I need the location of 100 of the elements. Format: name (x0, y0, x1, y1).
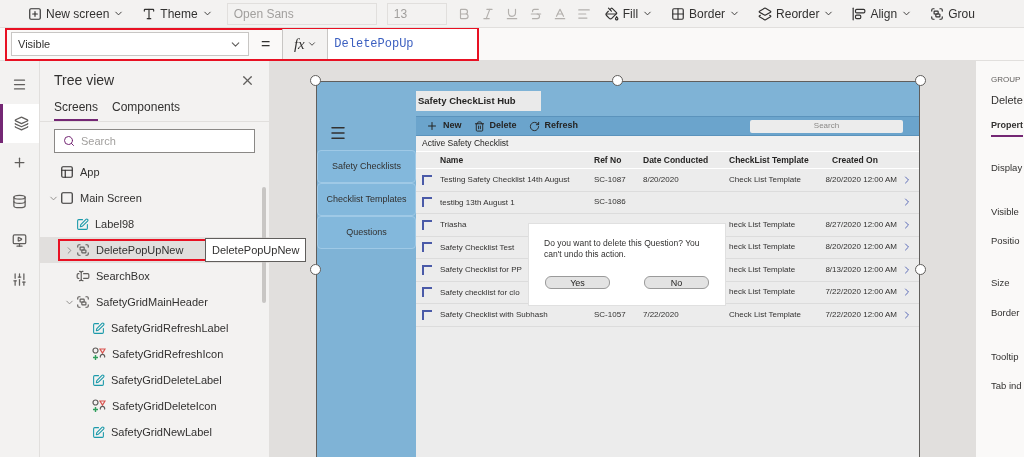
text-style-icon (142, 6, 157, 21)
edit-icon (92, 321, 105, 335)
edit-icon (92, 425, 105, 439)
rectangle-icon (60, 191, 74, 205)
tree-item[interactable]: Label98 (40, 211, 269, 237)
checkbox[interactable] (422, 287, 432, 298)
table-cell: 7/22/2020 12:00 AM (825, 287, 897, 297)
table-cell: 8/20/2020 12:00 AM (825, 242, 897, 252)
column-header: Name (439, 153, 465, 167)
table-row[interactable]: testibg 13th August 1 SC-1086 (416, 191, 919, 214)
dialog-button[interactable]: No (644, 276, 709, 289)
panel-title: Tree view (54, 70, 116, 90)
table-cell: SC-1087 (594, 174, 626, 184)
formula-field[interactable]: DeletePopUp (328, 29, 477, 59)
table-cell: 8/27/2020 12:00 AM (825, 219, 897, 229)
tree-item[interactable]: SafetyGridRefreshIcon (40, 341, 269, 367)
tree-item-label: SafetyGridDeleteIcon (112, 398, 217, 414)
selection-handle[interactable] (310, 264, 321, 275)
table-cell: Safety Checklist with Subhash (440, 310, 548, 320)
selection-handle[interactable] (915, 75, 926, 86)
edit-icon (76, 217, 89, 231)
checkbox[interactable] (422, 197, 432, 208)
table-cell: heck List Template (729, 264, 796, 274)
database-icon (12, 194, 27, 209)
tree-item-label: SafetyGridDeleteLabel (111, 372, 222, 388)
tree-item-label: SafetyGridNewLabel (111, 424, 212, 440)
toolbar-menu-button[interactable]: Border (667, 4, 745, 23)
table-cell: Safety Checklist for PP (440, 265, 522, 275)
sliders-icon (12, 272, 27, 287)
table-cell: 7/22/2020 12:00 AM (825, 309, 897, 319)
selection-handle[interactable] (915, 264, 926, 275)
table-cell: 7/22/2020 (643, 309, 679, 319)
selection-handle[interactable] (612, 75, 623, 86)
toolbar-action-button[interactable]: New (426, 119, 462, 133)
shapes-icon (92, 347, 106, 361)
toolbar-menu-button[interactable]: Grou (926, 4, 979, 23)
nav-button[interactable]: Safety Checklists (317, 150, 416, 183)
toolbar-menu-button[interactable]: Fill (600, 4, 658, 23)
tree-item[interactable]: SafetyGridRefreshLabel (40, 315, 269, 341)
menu-icon (12, 77, 27, 92)
property-label: Tooltip (991, 350, 1020, 365)
tree-item[interactable]: App (40, 159, 269, 185)
menu-icon[interactable] (329, 124, 347, 142)
toolbar-action-button[interactable]: Refresh (528, 119, 579, 133)
nav-button[interactable]: Questions (317, 216, 416, 249)
column-header: Date Conducted (643, 153, 710, 167)
tree-item-label: SafetyGridMainHeader (96, 294, 208, 310)
checkbox[interactable] (422, 174, 432, 185)
toolbar-menu-button[interactable]: New screen (24, 4, 129, 23)
column-header: Created On (831, 153, 879, 167)
selection-handle[interactable] (310, 75, 321, 86)
fx-button[interactable]: fx (282, 29, 329, 59)
tree-item-label: Label98 (95, 216, 135, 232)
table-cell: Check List Template (729, 309, 801, 319)
rail-button[interactable] (0, 104, 39, 143)
tree-item[interactable]: SearchBox (40, 263, 269, 289)
paint-bucket-icon (604, 6, 619, 21)
tree-item-label: SearchBox (96, 268, 150, 284)
tree-item[interactable]: SafetyGridDeleteIcon (40, 393, 269, 419)
layers-icon (758, 6, 773, 21)
checkbox[interactable] (422, 219, 432, 230)
table-cell: heck List Template (729, 287, 796, 297)
app-title: Safety CheckList Hub (416, 91, 541, 111)
search-icon (63, 135, 75, 147)
input-icon (76, 269, 90, 283)
plus-icon (12, 155, 27, 170)
column-header: Ref No (594, 153, 623, 167)
table-cell: Check List Template (729, 174, 801, 184)
dialog-message: Do you want to delete this Question? You can't undo this action. (544, 238, 701, 260)
toolbar-menu-button[interactable]: Theme (138, 4, 217, 23)
tree-item[interactable]: SafetyGridNewLabel (40, 419, 269, 445)
table-cell: Triasha (440, 220, 467, 230)
plus-icon (426, 120, 438, 132)
checkbox[interactable] (422, 309, 432, 320)
toolbar-menu-button[interactable]: Reorder (754, 4, 839, 23)
table-cell: 8/20/2020 12:00 AM (825, 174, 897, 184)
tree-item[interactable]: SafetyGridDeleteLabel (40, 367, 269, 393)
tree-item-label: SafetyGridRefreshIcon (112, 346, 224, 362)
grid-icon (671, 6, 686, 21)
tree-item[interactable]: SafetyGridMainHeader (40, 289, 269, 315)
table-cell: testibg 13th August 1 (440, 197, 515, 207)
table-row[interactable]: Testing Safety Checklist 14th August SC-1087 8/20/2020 Check List Template 8/20/2020 12:00 AM (416, 169, 919, 192)
checkbox[interactable] (422, 242, 432, 253)
align-icon (852, 6, 867, 21)
layout-icon (60, 165, 74, 179)
tab[interactable]: Screens (54, 95, 99, 121)
control-name: Delete (991, 93, 1024, 108)
checkbox[interactable] (422, 264, 432, 275)
dialog-button[interactable]: Yes (545, 276, 610, 289)
property-dropdown[interactable]: Visible (11, 32, 249, 56)
property-label: Display (991, 161, 1024, 175)
property-label: Size (991, 275, 1011, 290)
tree-item[interactable]: Main Screen (40, 185, 269, 211)
toolbar-action-button[interactable]: Delete (473, 119, 517, 133)
nav-button[interactable]: Checklist Templates (317, 183, 416, 216)
tab[interactable]: Propert (991, 118, 1023, 137)
group-icon (76, 243, 90, 257)
tab[interactable]: Components (112, 95, 181, 121)
equals-sign: = (261, 34, 271, 54)
toolbar-menu-button[interactable]: Align (848, 4, 917, 23)
